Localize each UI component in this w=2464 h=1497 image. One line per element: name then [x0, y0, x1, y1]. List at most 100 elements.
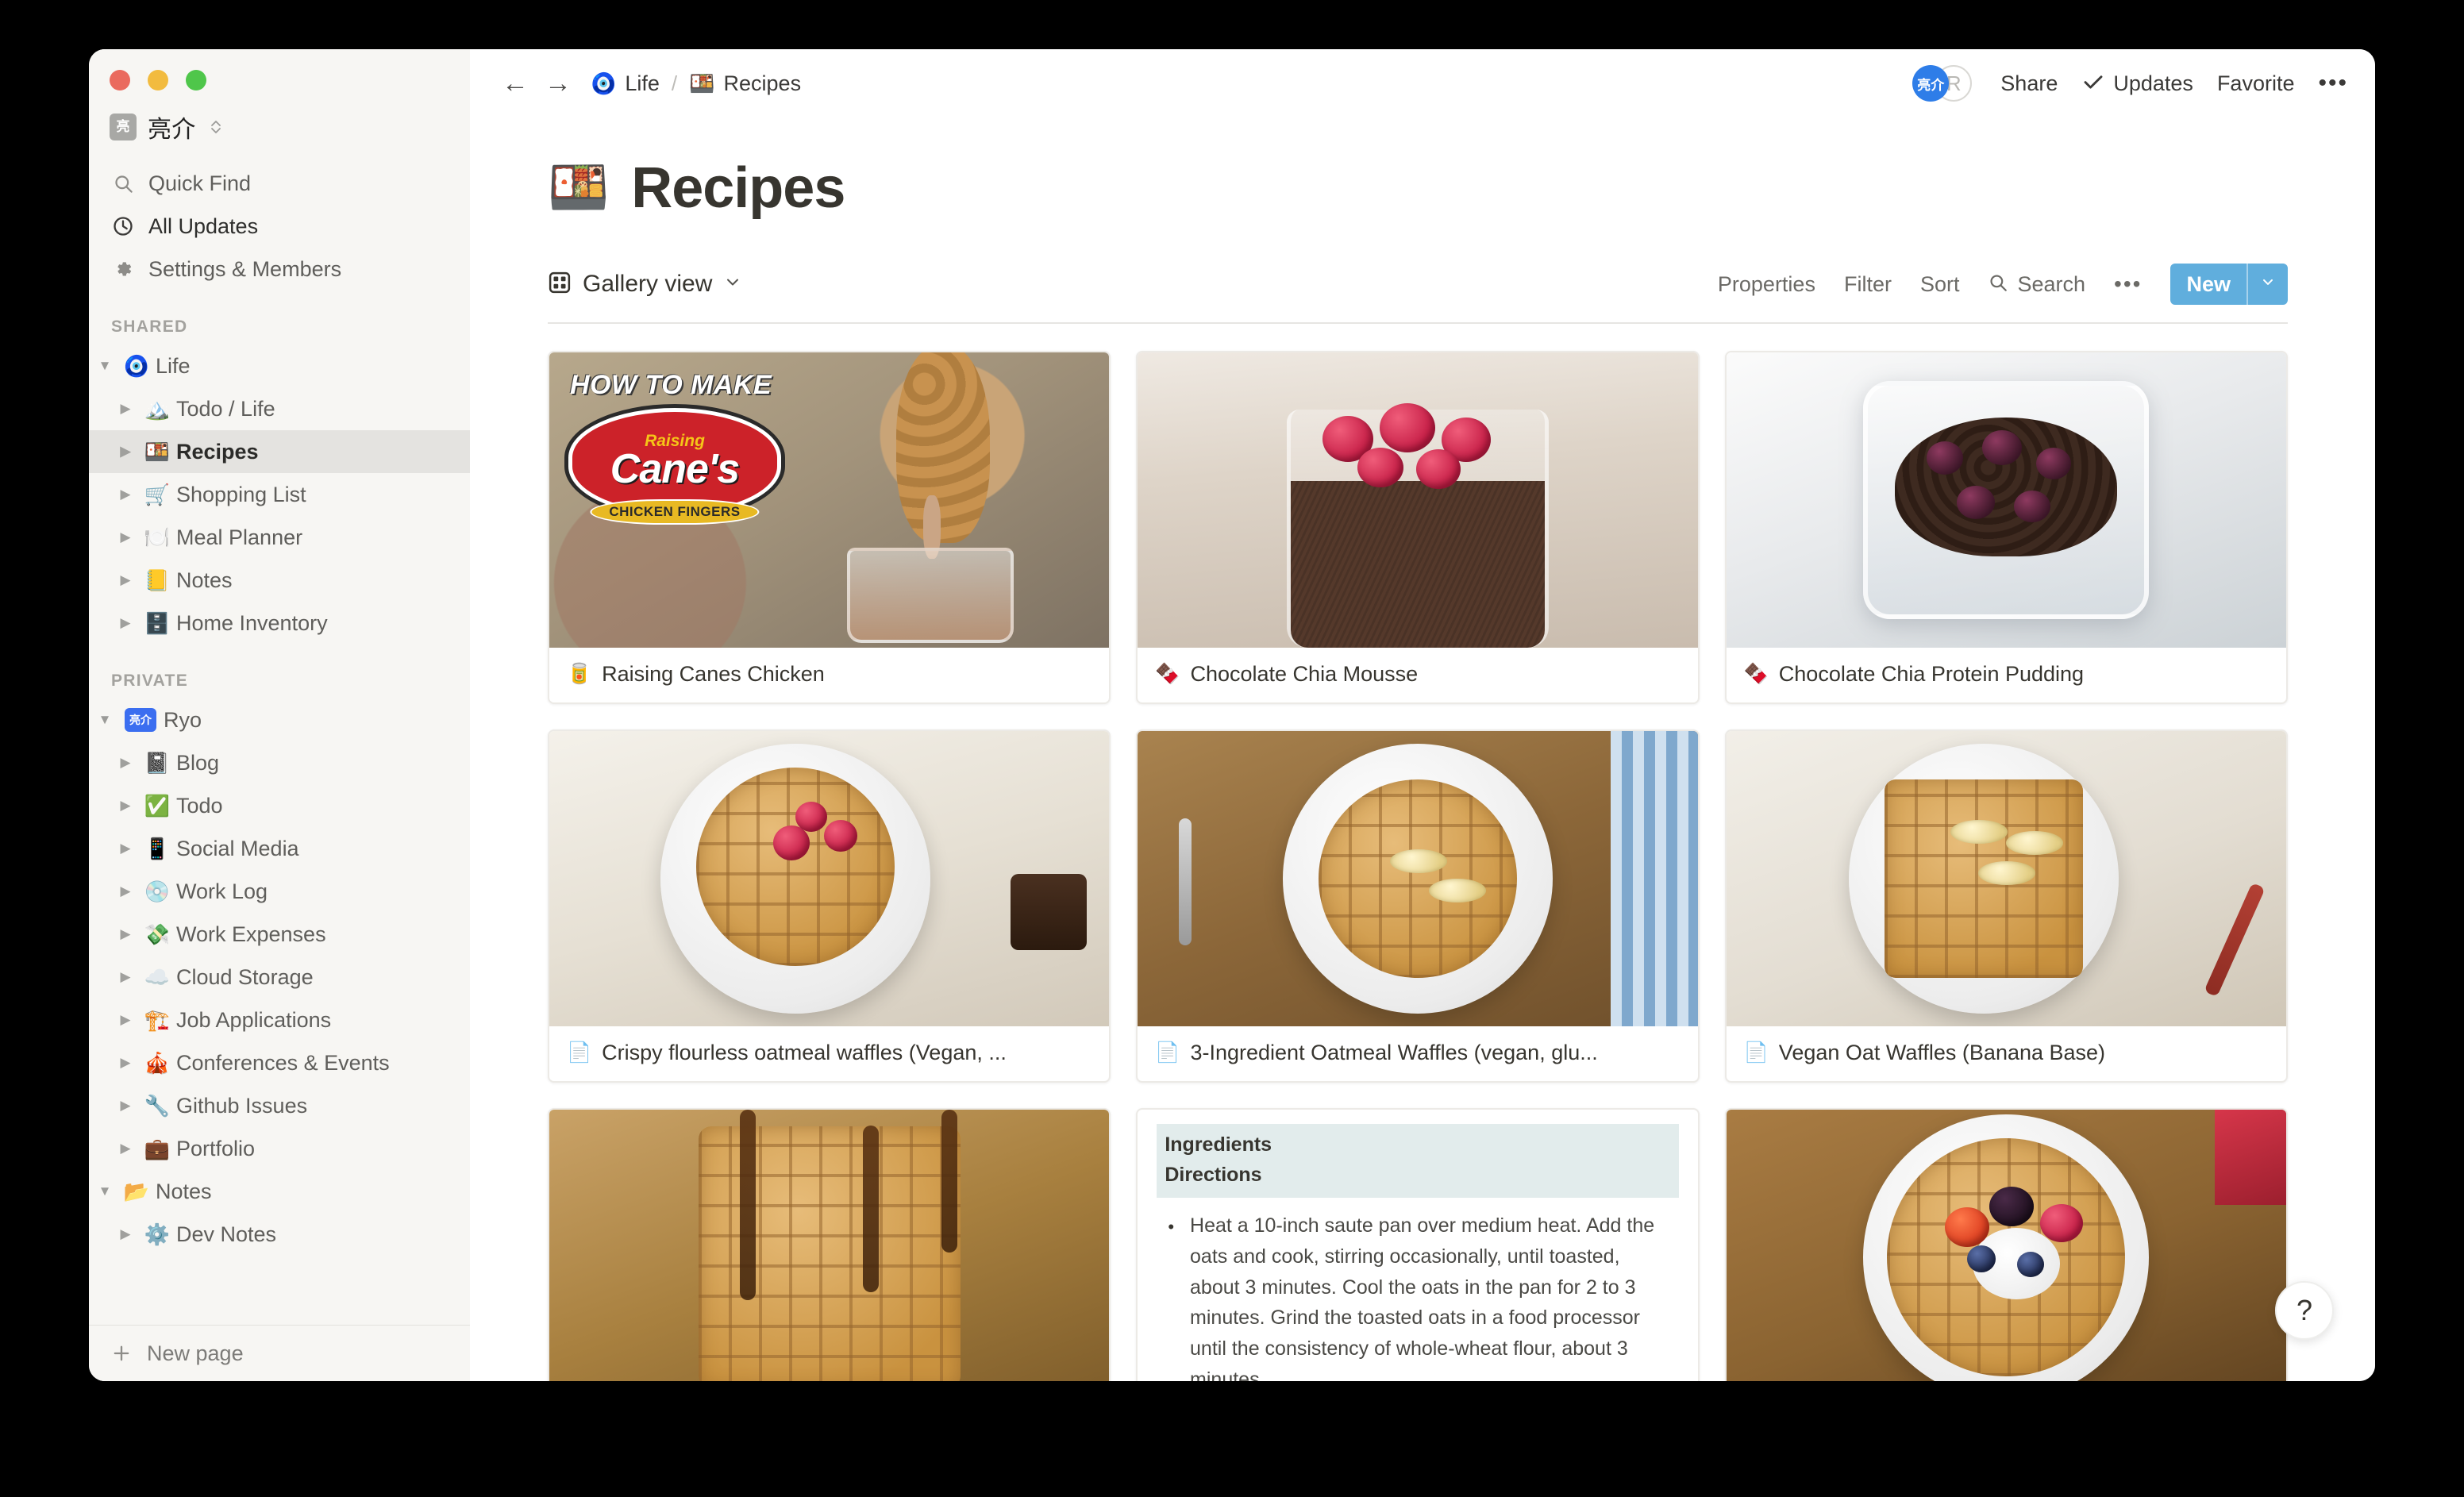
sidebar-item-shopping-list[interactable]: ▶ 🛒 Shopping List	[89, 473, 470, 516]
sidebar-item-home-inventory[interactable]: ▶ 🗄️ Home Inventory	[89, 602, 470, 645]
minimize-window-button[interactable]	[148, 70, 168, 90]
chevron-right-icon[interactable]: ▶	[110, 1098, 141, 1114]
chevron-right-icon[interactable]: ▶	[110, 926, 141, 942]
collaborator-avatars[interactable]: 亮介 R	[1912, 65, 1973, 102]
napkin	[1610, 731, 1698, 1026]
ingredients-heading: Ingredients	[1165, 1133, 1272, 1156]
breadcrumb-item-recipes[interactable]: 🍱 Recipes	[689, 71, 801, 96]
sidebar-item-ryo[interactable]: ▼ 亮介 Ryo	[89, 698, 470, 741]
chevron-right-icon[interactable]: ▶	[110, 529, 141, 545]
sidebar-item-quick-find[interactable]: Quick Find	[89, 162, 470, 205]
chevron-right-icon[interactable]: ▶	[110, 444, 141, 460]
sidebar-item-dev-notes[interactable]: ▶ ⚙️ Dev Notes	[89, 1213, 470, 1256]
gallery-card[interactable]: 🍫 Chocolate Chia Mousse	[1136, 351, 1700, 704]
close-window-button[interactable]	[110, 70, 130, 90]
sidebar-item-portfolio[interactable]: ▶ 💼 Portfolio	[89, 1127, 470, 1170]
new-page-button[interactable]: New page	[89, 1326, 470, 1381]
back-button[interactable]: ←	[494, 70, 537, 97]
chevron-right-icon[interactable]: ▶	[110, 615, 141, 631]
chevron-down-icon[interactable]: ▼	[89, 1183, 121, 1199]
breadcrumb-item-life[interactable]: 🧿 Life	[591, 71, 660, 96]
gallery-card-text-preview[interactable]: Ingredients Directions • Heat a 10-inch …	[1136, 1108, 1700, 1381]
chevron-right-icon[interactable]: ▶	[110, 1012, 141, 1028]
gallery-card[interactable]: 📄 Crispy flourless oatmeal waffles (Vega…	[548, 729, 1111, 1083]
chevron-right-icon[interactable]: ▶	[110, 487, 141, 502]
gallery-grid: HOW TO MAKE Raising Cane's CHICKEN FINGE…	[548, 351, 2288, 1381]
waffle	[1318, 779, 1517, 978]
view-more-button[interactable]: •••	[2114, 272, 2142, 294]
sidebar-item-blog[interactable]: ▶ 📓 Blog	[89, 741, 470, 784]
favorite-button[interactable]: Favorite	[2217, 71, 2295, 96]
sidebar-item-todo[interactable]: ▶ ✅ Todo	[89, 784, 470, 827]
sidebar-item-label: Shopping List	[176, 482, 306, 506]
filter-button[interactable]: Filter	[1844, 272, 1892, 297]
chevron-right-icon[interactable]: ▶	[110, 1055, 141, 1071]
gallery-card[interactable]: 📄 3-Ingredient Oatmeal Waffles (vegan, g…	[1136, 729, 1700, 1083]
sidebar-item-job-applications[interactable]: ▶ 🏗️ Job Applications	[89, 999, 470, 1041]
chevron-right-icon[interactable]: ▶	[110, 401, 141, 417]
share-button[interactable]: Share	[2000, 71, 2058, 96]
new-button[interactable]: New	[2170, 264, 2288, 305]
search-button[interactable]: Search	[1988, 272, 2085, 297]
sidebar-item-life[interactable]: ▼ 🧿 Life	[89, 344, 470, 387]
card-cover-image	[1138, 352, 1698, 648]
highlight-band: Ingredients Directions	[1157, 1124, 1679, 1198]
gallery-card[interactable]	[1724, 1108, 2288, 1381]
chevron-right-icon[interactable]: ▶	[110, 572, 141, 588]
tab-gallery-view[interactable]: Gallery view	[548, 271, 742, 298]
sidebar-item-social-media[interactable]: ▶ 📱 Social Media	[89, 827, 470, 870]
sidebar-item-conferences-events[interactable]: ▶ 🎪 Conferences & Events	[89, 1041, 470, 1084]
chevron-down-icon[interactable]: ▼	[89, 712, 121, 728]
card-title-text: Crispy flourless oatmeal waffles (Vegan,…	[602, 1041, 1007, 1064]
chevron-right-icon[interactable]: ▶	[110, 1226, 141, 1242]
zoom-window-button[interactable]	[186, 70, 206, 90]
sidebar-item-notes-shared[interactable]: ▶ 📒 Notes	[89, 559, 470, 602]
page-emoji: 🧿	[123, 354, 150, 378]
gallery-card[interactable]: 📄 Vegan Oat Waffles (Banana Base)	[1724, 729, 2288, 1083]
chevron-down-icon	[723, 272, 742, 296]
page-emoji: ✅	[144, 794, 171, 818]
sidebar-item-todo-life[interactable]: ▶ 🏔️ Todo / Life	[89, 387, 470, 430]
sidebar-item-work-log[interactable]: ▶ 💿 Work Log	[89, 870, 470, 913]
sidebar-item-notes-private[interactable]: ▼ 📂 Notes	[89, 1170, 470, 1213]
chevron-right-icon[interactable]: ▶	[110, 841, 141, 856]
chevron-right-icon[interactable]: ▶	[110, 798, 141, 814]
card-cover-image	[1726, 352, 2286, 648]
more-options-button[interactable]: •••	[2318, 71, 2348, 95]
sidebar-item-all-updates[interactable]: All Updates	[89, 205, 470, 248]
chia-pudding	[1895, 418, 2118, 556]
chevron-down-icon[interactable]: ▼	[89, 358, 121, 374]
gallery-card[interactable]	[548, 1108, 1111, 1381]
database-view-toolbar: Gallery view Properties Filter Sort Sear…	[548, 264, 2288, 324]
sort-button[interactable]: Sort	[1920, 272, 1960, 297]
page-emoji: 💼	[144, 1137, 171, 1160]
chevron-right-icon[interactable]: ▶	[110, 755, 141, 771]
new-button-dropdown[interactable]	[2248, 274, 2288, 294]
gallery-card[interactable]: 🍫 Chocolate Chia Protein Pudding	[1724, 351, 2288, 704]
sidebar-item-label: Portfolio	[176, 1136, 256, 1160]
plus-icon	[110, 1342, 133, 1364]
page-emoji[interactable]: 🍱	[548, 164, 609, 213]
sidebar-item-cloud-storage[interactable]: ▶ ☁️ Cloud Storage	[89, 956, 470, 999]
page-title-row: 🍱 Recipes	[548, 117, 2288, 221]
chevron-right-icon[interactable]: ▶	[110, 969, 141, 985]
forward-button[interactable]: →	[537, 70, 579, 97]
coffee-cup	[1011, 874, 1088, 950]
sidebar-item-work-expenses[interactable]: ▶ 💸 Work Expenses	[89, 913, 470, 956]
chevron-right-icon[interactable]: ▶	[110, 1141, 141, 1156]
sidebar-item-label: Meal Planner	[176, 525, 303, 549]
gallery-card[interactable]: HOW TO MAKE Raising Cane's CHICKEN FINGE…	[548, 351, 1111, 704]
sidebar-item-recipes[interactable]: ▶ 🍱 Recipes	[89, 430, 470, 473]
sidebar-item-label: All Updates	[148, 214, 259, 238]
card-title-text: 3-Ingredient Oatmeal Waffles (vegan, glu…	[1190, 1041, 1598, 1064]
sidebar-item-github-issues[interactable]: ▶ 🔧 Github Issues	[89, 1084, 470, 1127]
sidebar-item-settings-members[interactable]: Settings & Members	[89, 248, 470, 291]
properties-button[interactable]: Properties	[1718, 272, 1815, 297]
updates-button[interactable]: Updates	[2081, 70, 2193, 98]
sidebar-item-meal-planner[interactable]: ▶ 🍽️ Meal Planner	[89, 516, 470, 559]
page-emoji: 🏗️	[144, 1008, 171, 1032]
workspace-switcher[interactable]: 亮 亮介	[89, 102, 470, 151]
chevron-right-icon[interactable]: ▶	[110, 883, 141, 899]
page-title[interactable]: Recipes	[631, 156, 845, 221]
help-button[interactable]: ?	[2275, 1281, 2334, 1340]
